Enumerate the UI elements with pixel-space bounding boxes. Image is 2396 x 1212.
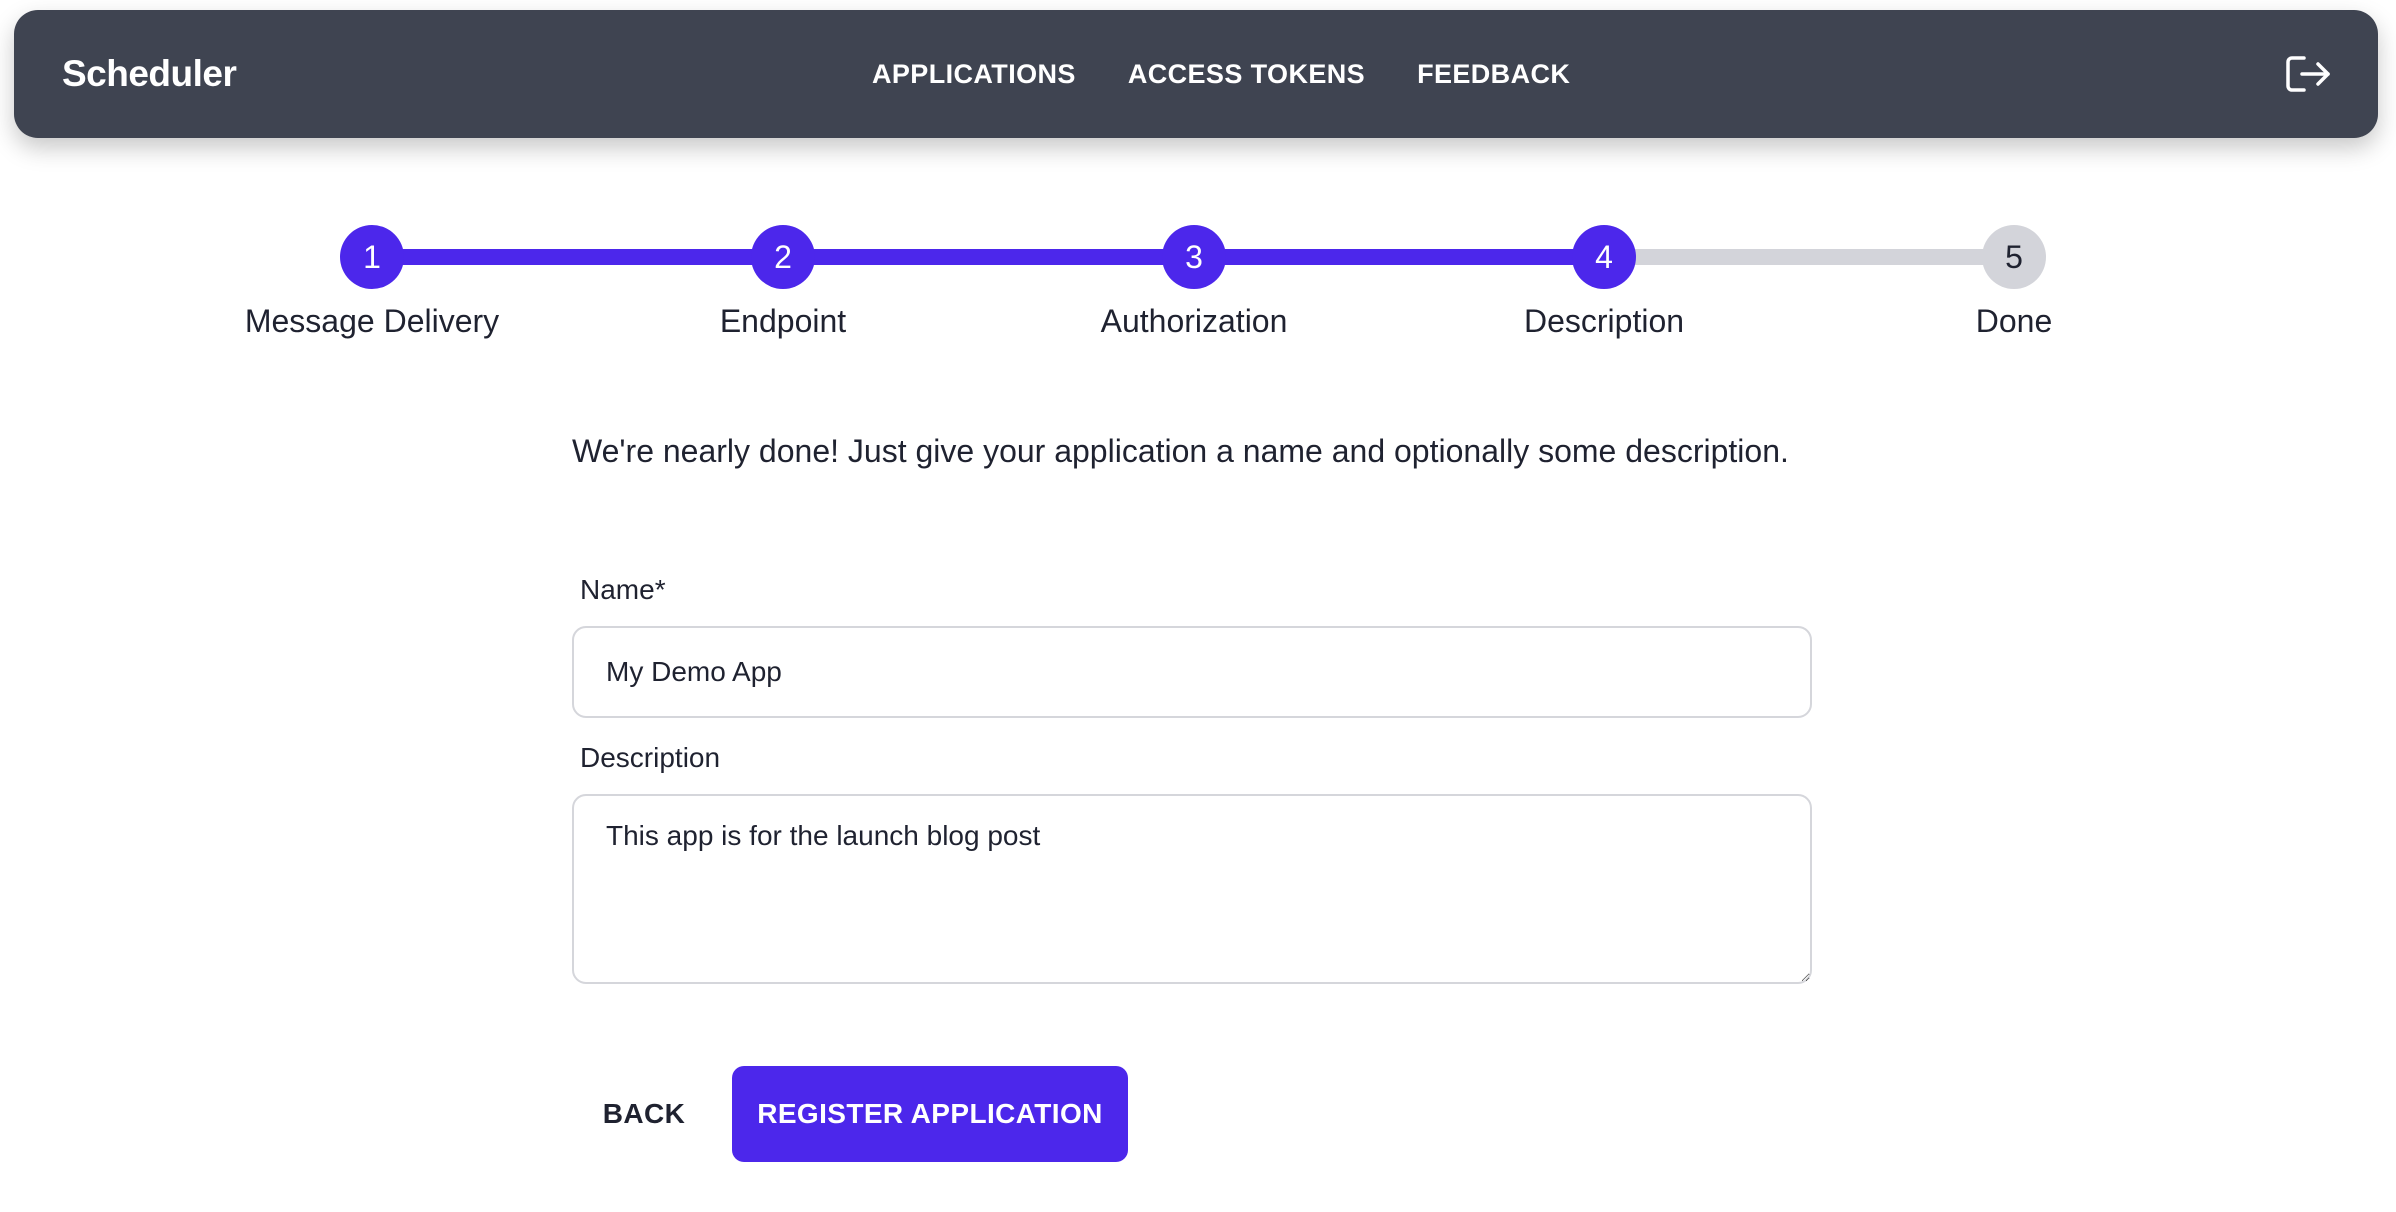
progress-stepper: 1 2 3 4 5 Message Delivery Endpoint Auth… [0,0,2396,360]
step-1-label: Message Delivery [244,303,500,339]
description-label: Description [580,742,721,773]
step-2-circle: 2 [751,225,815,289]
stepper-track-completed [372,249,1604,265]
step-3-circle: 3 [1162,225,1226,289]
step-3-label: Authorization [1100,303,1288,339]
stepper-track-remaining [1604,249,2014,265]
register-application-button[interactable]: REGISTER APPLICATION [732,1066,1128,1162]
step-4-label: Description [1523,303,1685,339]
step-4-circle: 4 [1572,225,1636,289]
back-button[interactable]: BACK [580,1066,708,1162]
description-textarea[interactable]: This app is for the launch blog post [572,794,1812,984]
step-1-circle: 1 [340,225,404,289]
step-2-label: Endpoint [719,303,847,339]
name-label: Name* [580,574,666,605]
intro-text: We're nearly done! Just give your applic… [572,433,1789,469]
step-5-label: Done [1975,303,2053,339]
name-input[interactable] [572,626,1812,718]
step-5-circle: 5 [1982,225,2046,289]
